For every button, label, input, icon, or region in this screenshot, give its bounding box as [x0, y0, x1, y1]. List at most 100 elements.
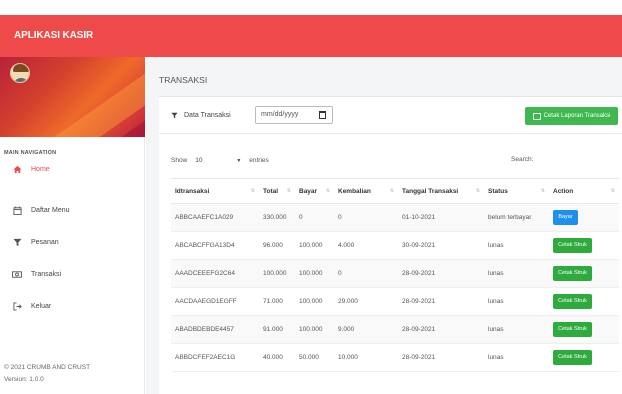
filter-icon	[171, 112, 178, 119]
table-row: ABCABCFFGA13D4 96.000 100.000 4.000 30-0…	[171, 231, 619, 260]
cell-status: lunas	[484, 287, 549, 316]
cell-action: Cetak Struk	[549, 343, 619, 372]
show-label: Show	[171, 157, 188, 164]
cell-status: lunas	[484, 315, 549, 344]
print-receipt-button[interactable]: Cetak Struk	[553, 350, 592, 365]
filter-label: Data Transaksi	[171, 112, 231, 119]
entries-select[interactable]: 10 ▼	[193, 154, 243, 167]
entries-control: Show 10 ▼ entries	[171, 154, 269, 167]
table-row: ABBDCFEF2AEC1G 40.000 50.000 10.000 28-0…	[171, 343, 619, 372]
page-title: TRANSAKSI	[159, 75, 208, 85]
cell-tanggal: 28-09-2021	[398, 287, 484, 316]
print-report-label: Cetak Laporan Transaksi	[543, 113, 611, 119]
cell-tanggal: 30-09-2021	[398, 231, 484, 260]
cell-kembalian: 0	[334, 259, 398, 288]
sidebar-item-label: Keluar	[31, 302, 52, 310]
sidebar-footer: © 2021 CRUMB AND CRUST Version: 1.0.0	[4, 362, 90, 386]
print-icon	[532, 112, 541, 120]
column-header-kembalian[interactable]: Kembalian ⇅	[334, 178, 398, 204]
user-profile-banner	[0, 57, 145, 137]
cell-tanggal: 01-10-2021	[398, 203, 484, 232]
cell-total: 330.000	[259, 203, 295, 232]
sort-icon: ⇅	[389, 188, 394, 194]
print-receipt-button[interactable]: Cetak Struk	[553, 238, 592, 253]
column-header-idtransaksi[interactable]: Idtransaksi ⇅	[171, 178, 259, 204]
sort-icon: ⇅	[610, 188, 615, 194]
print-receipt-button[interactable]: Cetak Struk	[553, 322, 592, 337]
date-filter-input[interactable]: mm/dd/yyyy	[255, 106, 333, 124]
sidebar-item-label: Home	[31, 165, 50, 173]
filter-label-text: Data Transaksi	[184, 112, 231, 119]
cell-status: belum terbayar	[484, 203, 549, 232]
cell-id: ABCABCFFGA13D4	[171, 231, 259, 260]
column-header-action[interactable]: Action ⇅	[549, 178, 619, 204]
cell-id: ABBCAAEFC1A029	[171, 203, 259, 232]
banner-decoration	[40, 57, 145, 137]
sort-icon: ⇅	[286, 188, 291, 194]
cell-bayar: 100.000	[295, 259, 334, 288]
filter-icon	[12, 237, 22, 247]
sidebar-item-daftar-menu[interactable]: Daftar Menu	[0, 199, 145, 221]
sidebar-item-label: Pesanan	[31, 238, 59, 246]
print-receipt-button[interactable]: Cetak Struk	[553, 294, 592, 309]
sidebar-item-home[interactable]: Home	[0, 158, 145, 180]
sidebar-item-label: Daftar Menu	[31, 206, 70, 214]
print-report-button[interactable]: Cetak Laporan Transaksi	[525, 107, 618, 125]
column-header-tanggal[interactable]: Tanggal Transaksi ⇅	[398, 178, 484, 204]
cell-kembalian: 4.000	[334, 231, 398, 260]
calendar-icon[interactable]	[319, 111, 326, 119]
calendar-icon	[12, 205, 22, 215]
cell-kembalian: 10.000	[334, 343, 398, 372]
cell-bayar: 100.000	[295, 287, 334, 316]
print-receipt-button[interactable]: Cetak Struk	[553, 266, 592, 281]
copyright-text: © 2021 CRUMB AND CRUST	[4, 364, 91, 371]
cell-action: Cetak Struk	[549, 315, 619, 344]
sign-out-icon	[12, 301, 22, 311]
table-row: ABADBDEBDE4457 91.000 100.000 9.000 28-0…	[171, 315, 619, 344]
cell-status: lunas	[484, 231, 549, 260]
cell-id: ABBDCFEF2AEC1G	[171, 343, 259, 372]
cell-kembalian: 9.000	[334, 315, 398, 344]
entries-label: entries	[249, 157, 269, 164]
cell-status: lunas	[484, 259, 549, 288]
cell-action: Cetak Struk	[549, 231, 619, 260]
search-label: Search:	[511, 155, 534, 163]
cell-total: 100.000	[259, 259, 295, 288]
cell-tanggal: 28-09-2021	[398, 343, 484, 372]
app-title[interactable]: APLIKASI KASIR	[14, 30, 93, 41]
filter-row: Data Transaksi mm/dd/yyyy Cetak Laporan …	[159, 97, 622, 134]
search-control: Search:	[511, 152, 614, 166]
pay-button[interactable]: Bayar	[553, 210, 578, 225]
avatar[interactable]	[10, 63, 30, 83]
cell-id: AACDAAEGD1EGFF	[171, 287, 259, 316]
sidebar-item-keluar[interactable]: Keluar	[0, 295, 145, 317]
cell-total: 91.000	[259, 315, 295, 344]
cell-action: Bayar	[549, 203, 619, 232]
sort-icon: ⇅	[540, 188, 545, 194]
cell-tanggal: 28-09-2021	[398, 315, 484, 344]
entries-value: 10	[195, 157, 203, 164]
sort-icon: ⇅	[250, 188, 255, 194]
transactions-table: Idtransaksi ⇅ Total ⇅ Bayar ⇅ Kembalian ⇅ Ta…	[171, 178, 619, 372]
cell-kembalian: 29.000	[334, 287, 398, 316]
sidebar: MAIN NAVIGATION Home Daftar Menu Pesanan…	[0, 57, 145, 394]
cell-bayar: 100.000	[295, 231, 334, 260]
table-header-row: Idtransaksi ⇅ Total ⇅ Bayar ⇅ Kembalian ⇅ Ta…	[171, 178, 619, 204]
cell-bayar: 100.000	[295, 315, 334, 344]
column-header-total[interactable]: Total ⇅	[259, 178, 295, 204]
cell-action: Cetak Struk	[549, 259, 619, 288]
cell-status: lunas	[484, 343, 549, 372]
cell-id: AAADCEEEFG2C64	[171, 259, 259, 288]
search-input[interactable]	[537, 152, 614, 166]
date-placeholder: mm/dd/yyyy	[261, 111, 299, 118]
cell-id: ABADBDEBDE4457	[171, 315, 259, 344]
sidebar-item-label: Transaksi	[31, 270, 62, 278]
cell-total: 71.000	[259, 287, 295, 316]
top-navbar: APLIKASI KASIR	[0, 15, 622, 57]
cell-total: 40.000	[259, 343, 295, 372]
column-header-status[interactable]: Status ⇅	[484, 178, 549, 204]
sidebar-item-transaksi[interactable]: Transaksi	[0, 263, 145, 285]
column-header-bayar[interactable]: Bayar ⇅	[295, 178, 334, 204]
sort-icon: ⇅	[475, 188, 480, 194]
sidebar-item-pesanan[interactable]: Pesanan	[0, 231, 145, 253]
